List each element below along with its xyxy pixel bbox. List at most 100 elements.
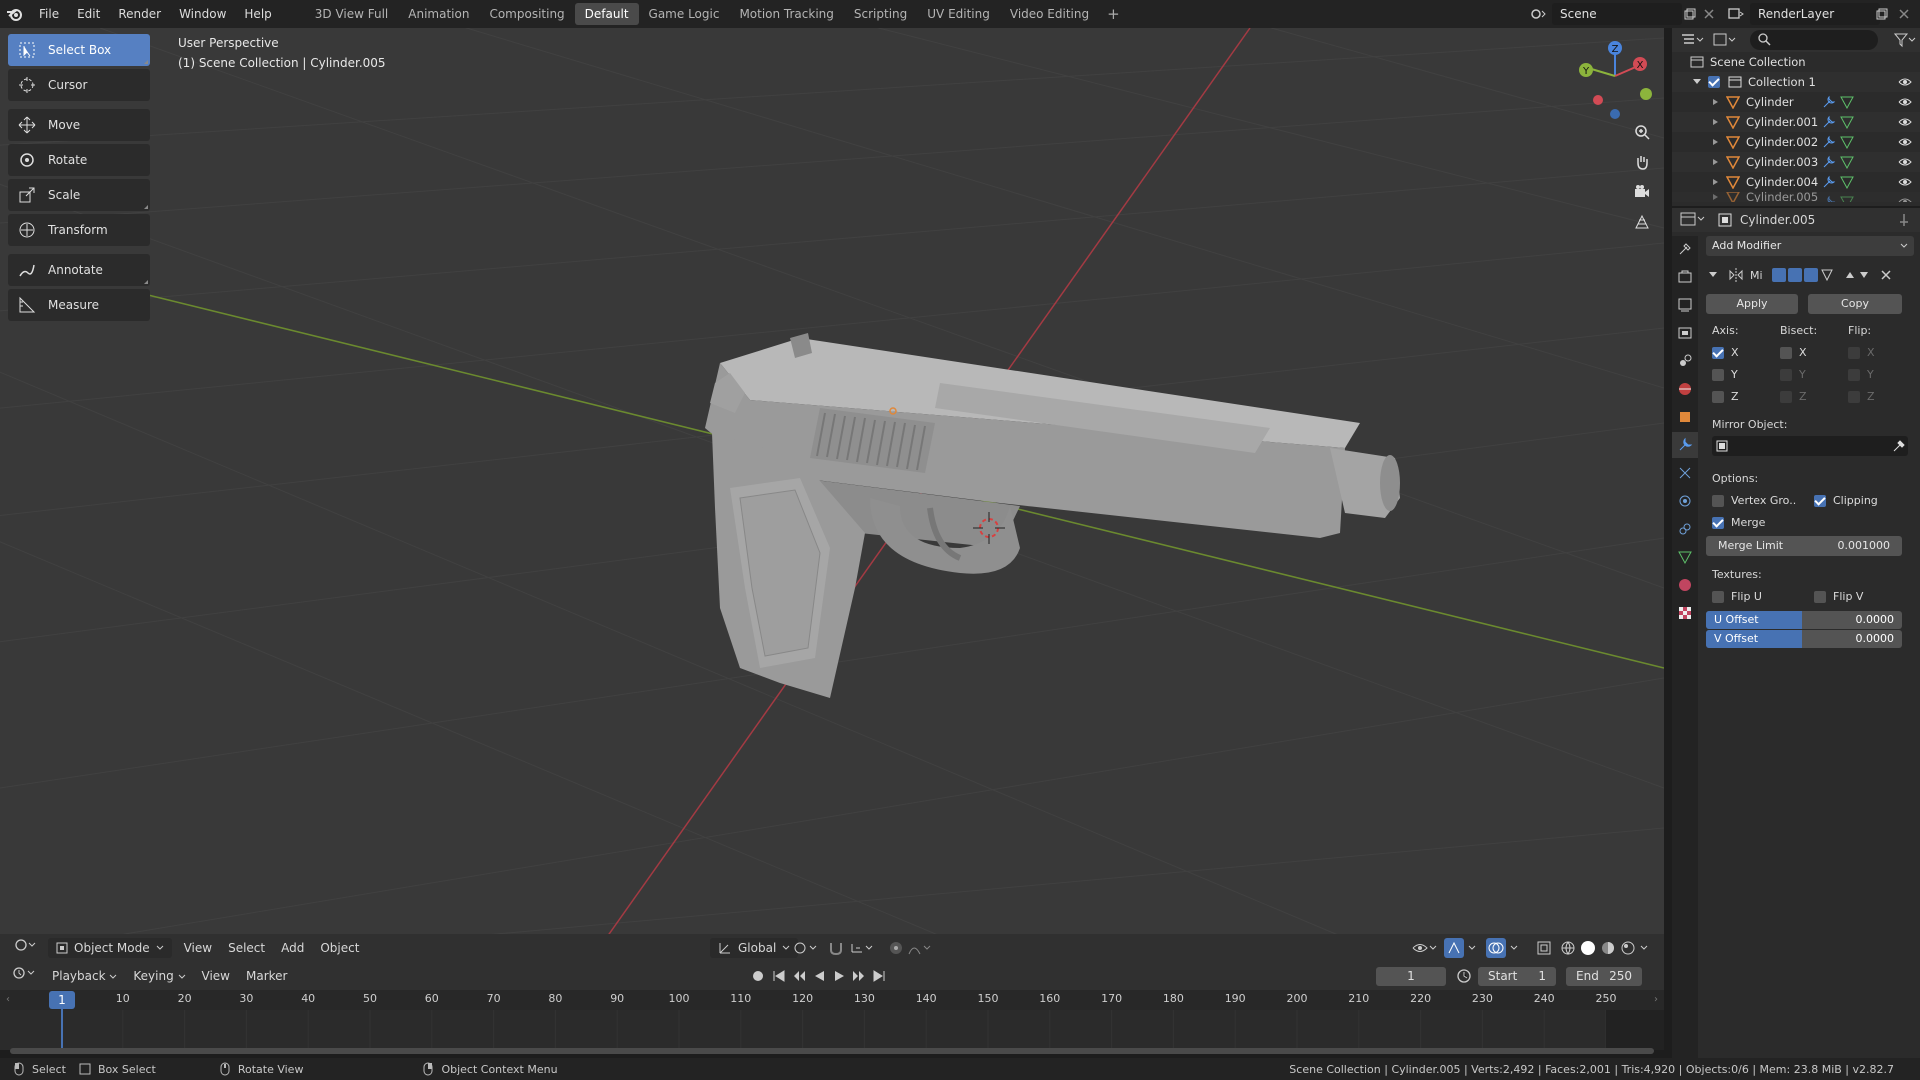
clipping-checkbox[interactable]: Clipping <box>1814 494 1878 507</box>
collection-checkbox[interactable] <box>1708 76 1720 88</box>
menu-window[interactable]: Window <box>170 0 235 28</box>
timeline-area[interactable]: 10 20 30 40 50 60 70 80 90 100 110 120 130 140 150 160 1… <box>0 990 1664 1050</box>
flip-x-checkbox[interactable]: X <box>1848 346 1875 359</box>
proportional-edit-icon[interactable] <box>888 940 904 959</box>
eye-icon[interactable] <box>1898 196 1912 202</box>
menu-add[interactable]: Add <box>273 934 312 962</box>
play-icon[interactable] <box>832 968 846 984</box>
overlay-dropdown-icon[interactable] <box>1510 940 1520 959</box>
axis-y-checkbox[interactable]: Y <box>1712 368 1738 381</box>
menu-marker[interactable]: Marker <box>238 962 295 990</box>
physics-tab[interactable] <box>1672 488 1698 514</box>
outliner-object-row[interactable]: Cylinder.004 <box>1672 172 1920 192</box>
mesh-data-tab[interactable] <box>1672 544 1698 570</box>
expand-arrow-icon[interactable] <box>1712 138 1720 146</box>
eyedropper-icon[interactable] <box>1892 439 1906 453</box>
merge-limit-field[interactable]: Merge Limit 0.001000 <box>1706 536 1902 556</box>
gizmo-dropdown-icon[interactable] <box>1468 940 1478 959</box>
view-layer-tab[interactable] <box>1672 320 1698 346</box>
menu-view[interactable]: View <box>176 934 220 962</box>
eye-icon[interactable] <box>1898 176 1912 188</box>
move-up-icon[interactable] <box>1844 269 1856 281</box>
world-tab[interactable] <box>1672 376 1698 402</box>
modifier-wrench-icon[interactable] <box>1822 115 1836 129</box>
zoom-icon[interactable] <box>1628 118 1656 146</box>
use-preview-range-icon[interactable] <box>1456 968 1472 987</box>
expand-arrow-icon[interactable] <box>1712 193 1720 201</box>
pan-hand-icon[interactable] <box>1628 148 1656 176</box>
playhead-indicator[interactable]: 1 <box>49 991 75 1009</box>
tab-uv-editing[interactable]: UV Editing <box>917 3 1000 25</box>
start-frame-field[interactable]: Start 1 <box>1478 967 1556 986</box>
play-reverse-icon[interactable] <box>812 968 826 984</box>
falloff-icon[interactable] <box>908 940 934 959</box>
expand-arrow-icon[interactable] <box>1712 178 1720 186</box>
tab-scripting[interactable]: Scripting <box>844 3 917 25</box>
view-layer-icon[interactable] <box>1724 3 1748 25</box>
pin-icon[interactable] <box>1898 213 1910 227</box>
tool-select-box[interactable]: Select Box <box>8 34 150 66</box>
xray-icon[interactable] <box>1536 940 1552 959</box>
3d-viewport[interactable]: Select Box Cursor Move Rotate Scale Tran… <box>0 28 1664 961</box>
menu-playback[interactable]: Playback <box>44 962 125 990</box>
mirror-object-field[interactable] <box>1712 436 1908 456</box>
modifier-wrench-icon[interactable] <box>1822 95 1836 109</box>
delete-layer-icon[interactable] <box>1892 3 1916 25</box>
tab-motion-tracking[interactable]: Motion Tracking <box>729 3 843 25</box>
outliner-editor-icon[interactable] <box>1680 32 1706 51</box>
record-icon[interactable] <box>750 968 766 984</box>
tab-default[interactable]: Default <box>574 3 639 25</box>
mesh-data-icon[interactable] <box>1840 115 1854 129</box>
outliner-object-row[interactable]: Cylinder.005 <box>1672 192 1920 202</box>
tool-rotate[interactable]: Rotate <box>8 144 150 176</box>
tab-game-logic[interactable]: Game Logic <box>639 3 730 25</box>
snap-icon[interactable] <box>828 940 844 959</box>
jump-start-icon[interactable] <box>772 968 786 984</box>
output-tab[interactable] <box>1672 292 1698 318</box>
menu-render[interactable]: Render <box>109 0 170 28</box>
solid-shading-icon[interactable] <box>1580 940 1596 959</box>
render-layer-field[interactable]: RenderLayer <box>1750 3 1880 25</box>
flip-u-checkbox[interactable]: Flip U <box>1712 590 1762 603</box>
prev-keyframe-icon[interactable] <box>792 968 806 984</box>
mesh-data-icon[interactable] <box>1840 155 1854 169</box>
bisect-y-checkbox[interactable]: Y <box>1780 368 1806 381</box>
eye-icon[interactable] <box>1898 96 1912 108</box>
bisect-z-checkbox[interactable]: Z <box>1780 390 1807 403</box>
flip-y-checkbox[interactable]: Y <box>1848 368 1874 381</box>
modifier-tab[interactable] <box>1672 432 1698 458</box>
particles-tab[interactable] <box>1672 460 1698 486</box>
apply-button[interactable]: Apply <box>1706 294 1798 314</box>
mesh-data-icon[interactable] <box>1840 135 1854 149</box>
modifier-name-field[interactable]: Mi <box>1750 269 1768 282</box>
mesh-data-icon[interactable] <box>1840 195 1854 202</box>
ortho-grid-icon[interactable] <box>1628 208 1656 236</box>
eye-icon[interactable] <box>1898 136 1912 148</box>
remove-modifier-icon[interactable] <box>1880 269 1892 281</box>
timeline-left-arrow-icon[interactable]: ‹ <box>6 994 10 1005</box>
pistol-model[interactable] <box>0 28 1664 961</box>
outliner-object-row[interactable]: Cylinder <box>1672 92 1920 112</box>
visibility-icon[interactable] <box>1412 940 1438 959</box>
jump-end-icon[interactable] <box>872 968 886 984</box>
render-toggle-icon[interactable] <box>1788 268 1802 282</box>
flip-z-checkbox[interactable]: Z <box>1848 390 1875 403</box>
expand-arrow-icon[interactable] <box>1712 118 1720 126</box>
editor-type-icon[interactable] <box>0 934 44 962</box>
mode-dropdown[interactable]: Object Mode <box>48 938 172 958</box>
delete-scene-icon[interactable] <box>1697 3 1721 25</box>
timeline-scrollbar[interactable] <box>10 1048 1654 1054</box>
mesh-data-icon[interactable] <box>1840 175 1854 189</box>
new-layer-icon[interactable] <box>1870 3 1894 25</box>
wireframe-shading-icon[interactable] <box>1560 940 1576 959</box>
modifier-wrench-icon[interactable] <box>1822 155 1836 169</box>
properties-editor-icon[interactable] <box>1680 211 1706 230</box>
eye-icon[interactable] <box>1898 156 1912 168</box>
expand-arrow-icon[interactable] <box>1712 158 1720 166</box>
add-workspace-button[interactable]: + <box>1099 5 1128 23</box>
gizmo-toggle-icon[interactable] <box>1444 938 1464 958</box>
axis-x-checkbox[interactable]: X <box>1712 346 1739 359</box>
tool-move[interactable]: Move <box>8 109 150 141</box>
bisect-x-checkbox[interactable]: X <box>1780 346 1807 359</box>
render-tab[interactable] <box>1672 264 1698 290</box>
